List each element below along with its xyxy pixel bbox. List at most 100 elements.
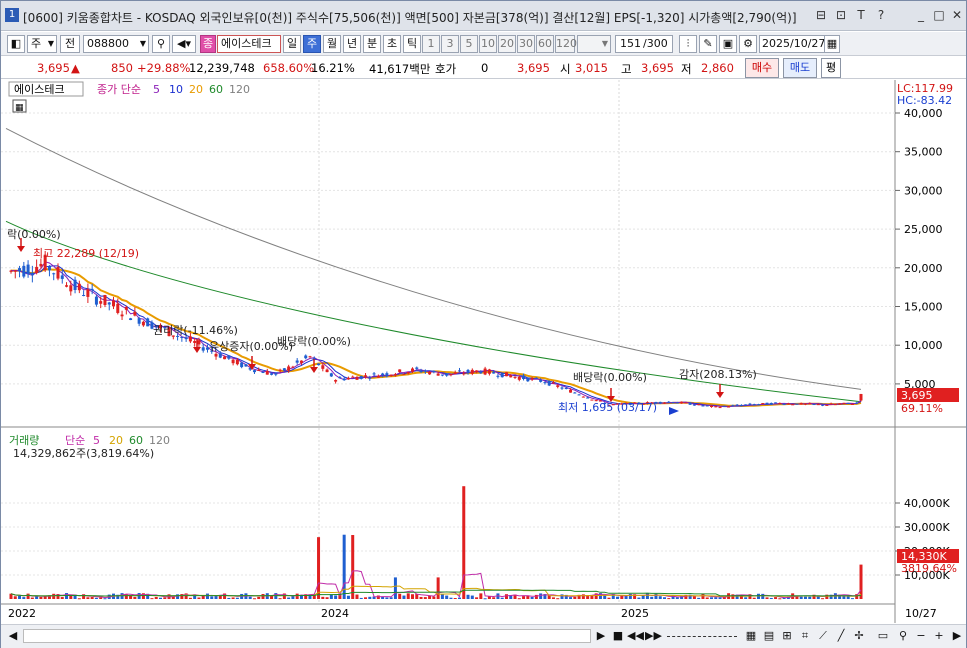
volume-bar (859, 564, 863, 599)
minute-60[interactable]: 60 (536, 35, 554, 53)
sell-button[interactable]: 매도 (783, 58, 817, 78)
line-icon[interactable]: ╱ (833, 628, 849, 644)
play-icon[interactable]: ▶ (593, 628, 609, 644)
minute-10[interactable]: 10 (479, 35, 497, 53)
speed-slider[interactable] (667, 636, 737, 637)
ma10-label: 10 (169, 83, 183, 96)
price-legend-ma: 종가 단순 (97, 83, 141, 96)
candle-icon[interactable]: ⫶ (679, 35, 697, 53)
indicator-icon[interactable]: ⌗ (797, 628, 813, 644)
compare-icon[interactable]: ⊞ (779, 628, 795, 644)
custom-period-select[interactable]: ▼ (577, 35, 611, 53)
layout-icon[interactable]: ⊟ (813, 7, 829, 23)
volume-bar (654, 593, 658, 599)
grid-icon[interactable]: ▦ (743, 628, 759, 644)
volume-tick-label: 40,000K (904, 497, 950, 510)
candle-body (274, 373, 278, 375)
candle-body (73, 279, 77, 290)
candle-body (735, 404, 739, 406)
minute-1[interactable]: 1 (422, 35, 440, 53)
search-icon[interactable]: ⚲ (152, 35, 170, 53)
period-minute[interactable]: 분 (363, 35, 381, 53)
minute-3[interactable]: 3 (441, 35, 459, 53)
candle-body (761, 403, 765, 405)
volume-bar (30, 597, 34, 599)
scroll-bar[interactable]: ◀ ▶ ■ ◀◀ ▶▶ ▦ ▤ ⊞ ⌗ ⟋ ╱ ✢ ▭ ⚲ − + ▶ (1, 624, 966, 648)
count-input[interactable]: 151 (615, 35, 643, 53)
minute-120[interactable]: 120 (555, 35, 577, 53)
help-icon[interactable]: ? (873, 7, 889, 23)
chart-window: 1 [0600] 키움종합차트 - KOSDAQ 외국인보유[0(천)] 주식수… (0, 0, 967, 648)
candle-body (99, 301, 103, 304)
period-type-select[interactable]: 주 ▼ (27, 35, 57, 53)
scroll-left-icon[interactable]: ◀ (5, 628, 21, 644)
volume-legend-ma: 단순 (65, 434, 85, 447)
trend-icon[interactable]: ⟋ (815, 628, 831, 644)
fast-forward-icon[interactable]: ▶▶ (645, 628, 662, 644)
minute-30[interactable]: 30 (517, 35, 535, 53)
window-icon[interactable]: ▭ (875, 628, 891, 644)
volume-bar (154, 596, 158, 599)
zoom-icon[interactable]: ⚲ (895, 628, 911, 644)
date-input[interactable]: 2025/10/27 (759, 35, 825, 53)
draw-icon[interactable]: ✎ (699, 35, 717, 53)
candle-body (850, 403, 854, 405)
gear-icon[interactable]: ⚙ (739, 35, 757, 53)
candle-body (381, 373, 385, 376)
layout-toggle-icon[interactable]: ◧ (7, 35, 25, 53)
volume-legend-name: 거래량 (9, 434, 39, 447)
volume-bar (453, 598, 457, 600)
stop-icon[interactable]: ■ (610, 628, 626, 644)
volume-bar (778, 598, 782, 600)
scroll-right-icon[interactable]: ▶ (949, 628, 965, 644)
volume-bar (197, 597, 201, 599)
candle-body (522, 375, 526, 380)
maximize-button[interactable]: □ (931, 7, 947, 23)
candle-body (556, 385, 560, 387)
zoom-in-icon[interactable]: + (931, 628, 947, 644)
volume-bar (423, 597, 427, 599)
close-button[interactable]: ✕ (949, 7, 965, 23)
buy-button[interactable]: 매수 (745, 58, 779, 78)
eval-button[interactable]: 평 (821, 58, 841, 78)
volume-bar (188, 597, 192, 599)
chart-area[interactable]: 에이스테크 종가 단순 5 10 20 60 120 ▦ LC:117.99 H… (1, 80, 966, 623)
x-label-2022: 2022 (8, 607, 36, 620)
calendar-icon[interactable]: ▦ (824, 35, 840, 53)
minimize-button[interactable]: _ (913, 7, 929, 23)
period-week[interactable]: 주 (303, 35, 321, 53)
candle-body (842, 402, 846, 404)
scroll-track[interactable] (23, 629, 591, 643)
period-month[interactable]: 월 (323, 35, 341, 53)
link-icon[interactable]: ⊡ (833, 7, 849, 23)
overlay-icon[interactable]: ▤ (761, 628, 777, 644)
up-arrow-icon: ▲ (71, 61, 80, 75)
candle-body (560, 387, 564, 389)
ma20-label: 20 (189, 83, 203, 96)
annotation-top-left: 락(0.00%) (7, 228, 61, 241)
period-year[interactable]: 년 (343, 35, 361, 53)
minute-20[interactable]: 20 (498, 35, 516, 53)
candle-body (359, 376, 363, 379)
period-tick[interactable]: 틱 (403, 35, 421, 53)
period-day[interactable]: 일 (283, 35, 301, 53)
rewind-icon[interactable]: ◀◀ (627, 628, 644, 644)
candle-body (701, 405, 705, 407)
stock-name-field[interactable]: 에이스테크 (217, 35, 281, 53)
volume-bar (560, 594, 564, 599)
volume-bar (539, 593, 543, 599)
cross-icon[interactable]: ✢ (851, 628, 867, 644)
minute-5[interactable]: 5 (460, 35, 478, 53)
price-volume-chart[interactable]: 에이스테크 종가 단순 5 10 20 60 120 ▦ LC:117.99 H… (1, 80, 966, 623)
volume-bar (432, 596, 436, 599)
period-second[interactable]: 초 (383, 35, 401, 53)
market-button[interactable]: 전 (60, 35, 80, 53)
save-icon[interactable]: ▣ (719, 35, 737, 53)
text-icon[interactable]: T (853, 7, 869, 23)
count-total: /300 (643, 35, 673, 53)
stock-code-input[interactable]: 088800 ▼ (83, 35, 149, 53)
candle-body (240, 362, 244, 368)
speaker-icon[interactable]: ◀▾ (172, 35, 196, 53)
zoom-out-icon[interactable]: − (913, 628, 929, 644)
volume-bar (402, 595, 406, 599)
